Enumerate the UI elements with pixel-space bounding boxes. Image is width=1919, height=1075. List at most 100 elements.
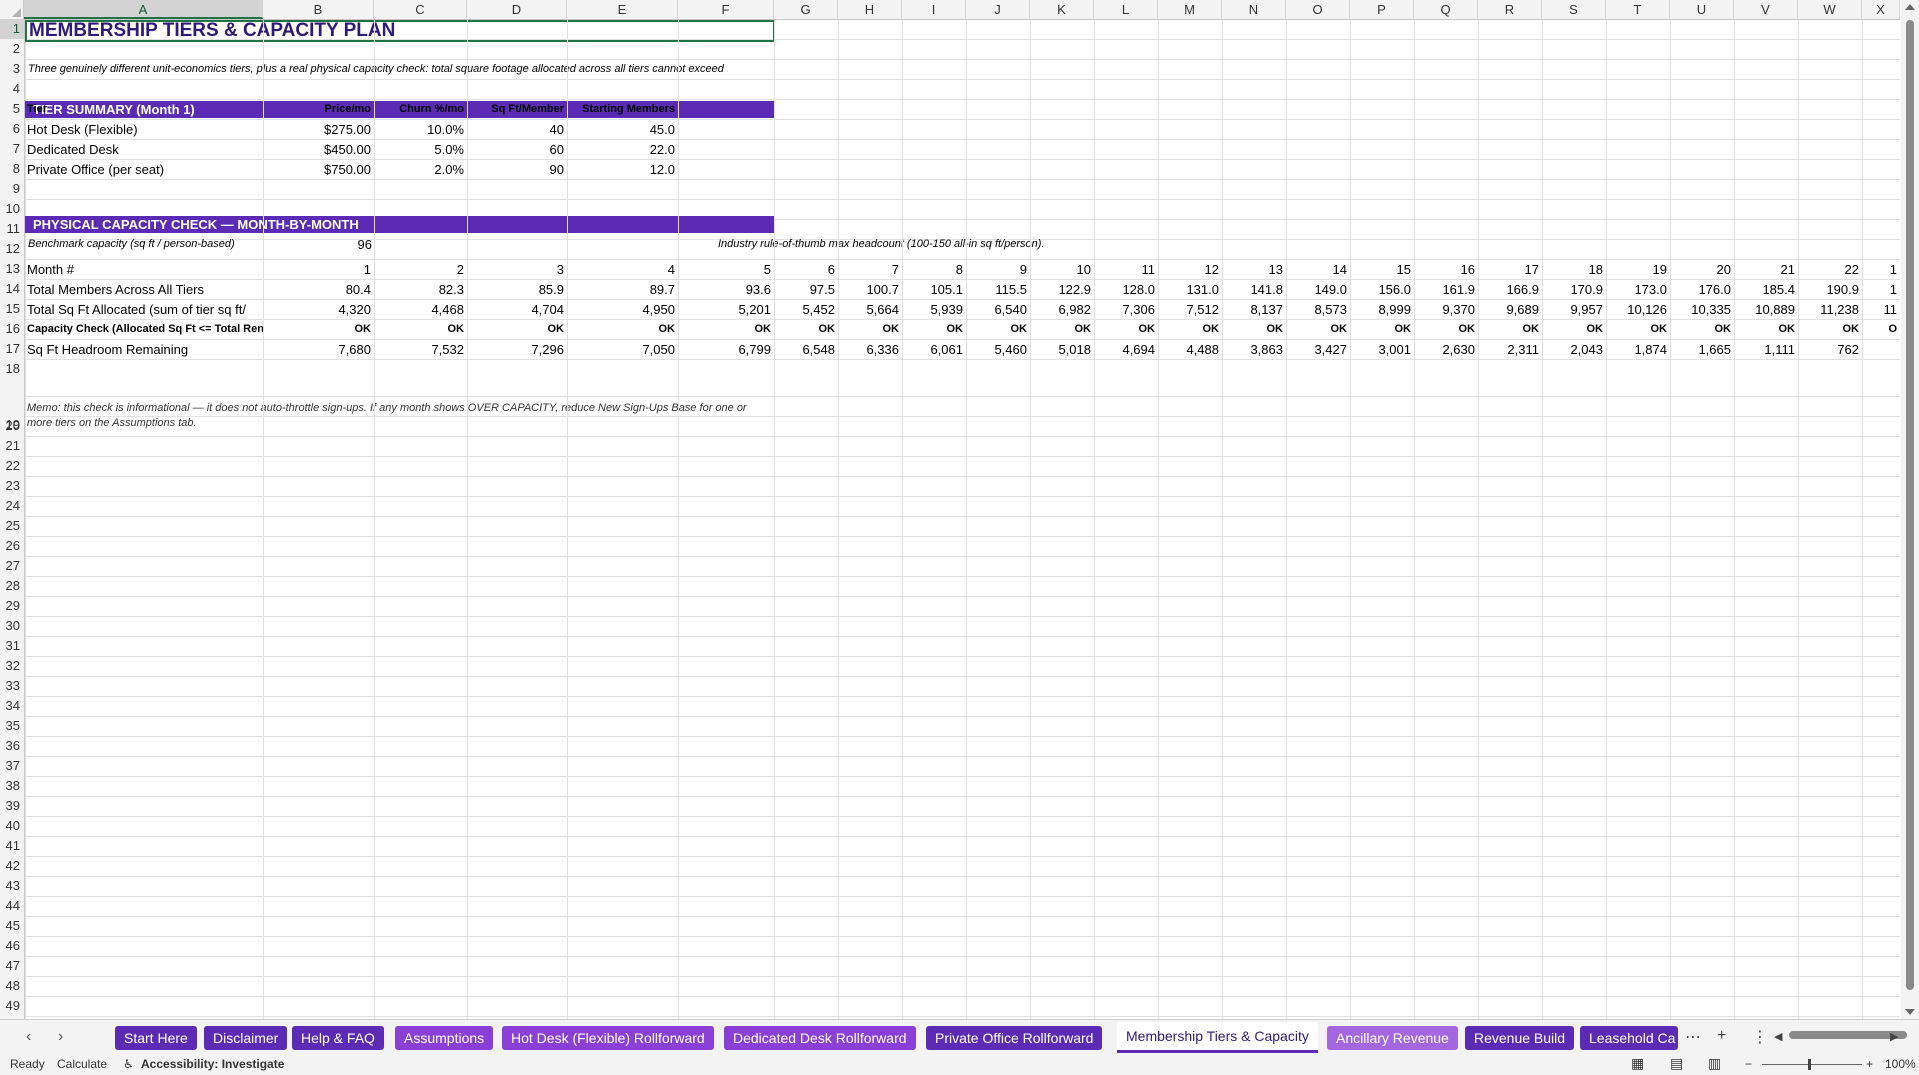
column-header-v[interactable]: V [1734, 0, 1798, 19]
capacity-cell-month[interactable]: 17 [1478, 260, 1542, 279]
capacity-cell-members[interactable]: 85.9 [467, 280, 567, 299]
row-header-4[interactable]: 4 [0, 79, 24, 99]
capacity-cell-month[interactable]: 22 [1798, 260, 1862, 279]
capacity-cell-month[interactable]: 14 [1286, 260, 1350, 279]
zoom-level[interactable]: 100% [1885, 1057, 1916, 1071]
capacity-cell-members[interactable]: 176.0 [1670, 280, 1734, 299]
row-header-45[interactable]: 45 [0, 916, 24, 936]
capacity-cell-members[interactable]: 173.0 [1606, 280, 1670, 299]
row-header-39[interactable]: 39 [0, 796, 24, 816]
capacity-cell-month[interactable]: 13 [1222, 260, 1286, 279]
capacity-cell-month[interactable]: 1 [263, 260, 374, 279]
column-header-e[interactable]: E [567, 0, 678, 19]
capacity-cell-check[interactable]: O [1862, 320, 1900, 339]
capacity-cell-month[interactable]: 8 [902, 260, 966, 279]
capacity-cell-month[interactable]: 2 [374, 260, 467, 279]
row-header-14[interactable]: 14 [0, 279, 24, 299]
capacity-cell-sqft[interactable]: 10,335 [1670, 300, 1734, 319]
scroll-up-icon[interactable] [1905, 4, 1915, 10]
capacity-cell-check[interactable]: OK [1414, 320, 1478, 339]
capacity-cell-headroom[interactable]: 5,460 [966, 340, 1030, 359]
capacity-cell-month[interactable]: 19 [1606, 260, 1670, 279]
capacity-cell-month[interactable]: 21 [1734, 260, 1798, 279]
capacity-cell-members[interactable]: 141.8 [1222, 280, 1286, 299]
row-header-16[interactable]: 16 [0, 319, 24, 339]
capacity-label-headroom[interactable]: Sq Ft Headroom Remaining [25, 340, 263, 359]
capacity-cell-check[interactable]: OK [966, 320, 1030, 339]
capacity-cell-members[interactable]: 82.3 [374, 280, 467, 299]
capacity-cell-check[interactable]: OK [374, 320, 467, 339]
row-header-25[interactable]: 25 [0, 516, 24, 536]
capacity-cell-sqft[interactable]: 6,982 [1030, 300, 1094, 319]
row-header-12[interactable]: 12 [0, 239, 24, 259]
column-header-j[interactable]: J [966, 0, 1030, 19]
capacity-cell-headroom[interactable]: 7,050 [567, 340, 678, 359]
tier-cell[interactable]: $750.00 [263, 160, 374, 179]
tier-cell[interactable]: $450.00 [263, 140, 374, 159]
capacity-cell-headroom[interactable]: 6,061 [902, 340, 966, 359]
capacity-cell-month[interactable]: 6 [774, 260, 838, 279]
capacity-cell-check[interactable]: OK [1734, 320, 1798, 339]
column-header-o[interactable]: O [1286, 0, 1350, 19]
row-header-43[interactable]: 43 [0, 876, 24, 896]
row-header-24[interactable]: 24 [0, 496, 24, 516]
row-header-11[interactable]: 11 [0, 219, 24, 239]
zoom-in-button[interactable]: + [1866, 1057, 1873, 1071]
capacity-cell-sqft[interactable]: 9,957 [1542, 300, 1606, 319]
row-header-48[interactable]: 48 [0, 976, 24, 996]
column-header-n[interactable]: N [1222, 0, 1286, 19]
capacity-cell-members[interactable]: 97.5 [774, 280, 838, 299]
capacity-cell-month[interactable]: 20 [1670, 260, 1734, 279]
capacity-cell-sqft[interactable]: 11,238 [1798, 300, 1862, 319]
scroll-down-icon[interactable] [1905, 1009, 1915, 1015]
capacity-cell-headroom[interactable]: 2,043 [1542, 340, 1606, 359]
capacity-cell-check[interactable]: OK [1542, 320, 1606, 339]
column-header-q[interactable]: Q [1414, 0, 1478, 19]
hscroll-left-icon[interactable]: ◀ [1774, 1030, 1782, 1043]
select-all-corner[interactable] [0, 0, 24, 19]
capacity-cell-members[interactable]: 131.0 [1158, 280, 1222, 299]
column-header-r[interactable]: R [1478, 0, 1542, 19]
tier-cell[interactable]: Dedicated Desk [25, 140, 263, 159]
capacity-cell-headroom[interactable]: 2,630 [1414, 340, 1478, 359]
tier-cell[interactable]: 10.0% [374, 120, 467, 139]
column-header-i[interactable]: I [902, 0, 966, 19]
row-header-1[interactable]: 1 [0, 19, 24, 39]
capacity-cell-headroom[interactable]: 6,548 [774, 340, 838, 359]
row-header-46[interactable]: 46 [0, 936, 24, 956]
capacity-cell-headroom[interactable]: 3,427 [1286, 340, 1350, 359]
capacity-cell-headroom[interactable]: 6,799 [678, 340, 774, 359]
capacity-cell-members[interactable]: 190.9 [1798, 280, 1862, 299]
capacity-cell-month[interactable]: 3 [467, 260, 567, 279]
row-header-31[interactable]: 31 [0, 636, 24, 656]
more-tabs-icon[interactable]: ⋯ [1685, 1027, 1701, 1047]
sheet-tab[interactable]: Membership Tiers & Capacity [1117, 1022, 1318, 1053]
capacity-cell-sqft[interactable]: 5,664 [838, 300, 902, 319]
row-header-29[interactable]: 29 [0, 596, 24, 616]
capacity-cell-sqft[interactable]: 10,126 [1606, 300, 1670, 319]
row-header-27[interactable]: 27 [0, 556, 24, 576]
capacity-cell-headroom[interactable]: 5,018 [1030, 340, 1094, 359]
worksheet-grid[interactable]: MEMBERSHIP TIERS & CAPACITY PLAN Three g… [25, 20, 1900, 1019]
capacity-cell-check[interactable]: OK [567, 320, 678, 339]
sheet-tab[interactable]: Private Office Rollforward [926, 1026, 1103, 1050]
tab-scroll-left-icon[interactable]: ‹ [26, 1028, 31, 1046]
capacity-cell-sqft[interactable]: 4,468 [374, 300, 467, 319]
row-header-22[interactable]: 22 [0, 456, 24, 476]
sheet-tab[interactable]: Dedicated Desk Rollforward [724, 1026, 916, 1050]
capacity-cell-members[interactable]: 161.9 [1414, 280, 1478, 299]
sheet-tab[interactable]: Revenue Build [1465, 1026, 1575, 1050]
capacity-cell-check[interactable]: OK [1286, 320, 1350, 339]
tier-cell[interactable]: 12.0 [567, 160, 678, 179]
capacity-cell-check[interactable]: OK [1222, 320, 1286, 339]
sheet-options-icon[interactable]: ⋮ [1752, 1027, 1768, 1047]
row-header-30[interactable]: 30 [0, 616, 24, 636]
capacity-cell-sqft[interactable]: 5,452 [774, 300, 838, 319]
capacity-cell-month[interactable]: 7 [838, 260, 902, 279]
tier-cell[interactable]: Private Office (per seat) [25, 160, 263, 179]
capacity-cell-month[interactable]: 1 [1862, 260, 1900, 279]
row-header-26[interactable]: 26 [0, 536, 24, 556]
capacity-cell-sqft[interactable]: 8,573 [1286, 300, 1350, 319]
capacity-cell-check[interactable]: OK [1030, 320, 1094, 339]
column-header-g[interactable]: G [774, 0, 838, 19]
